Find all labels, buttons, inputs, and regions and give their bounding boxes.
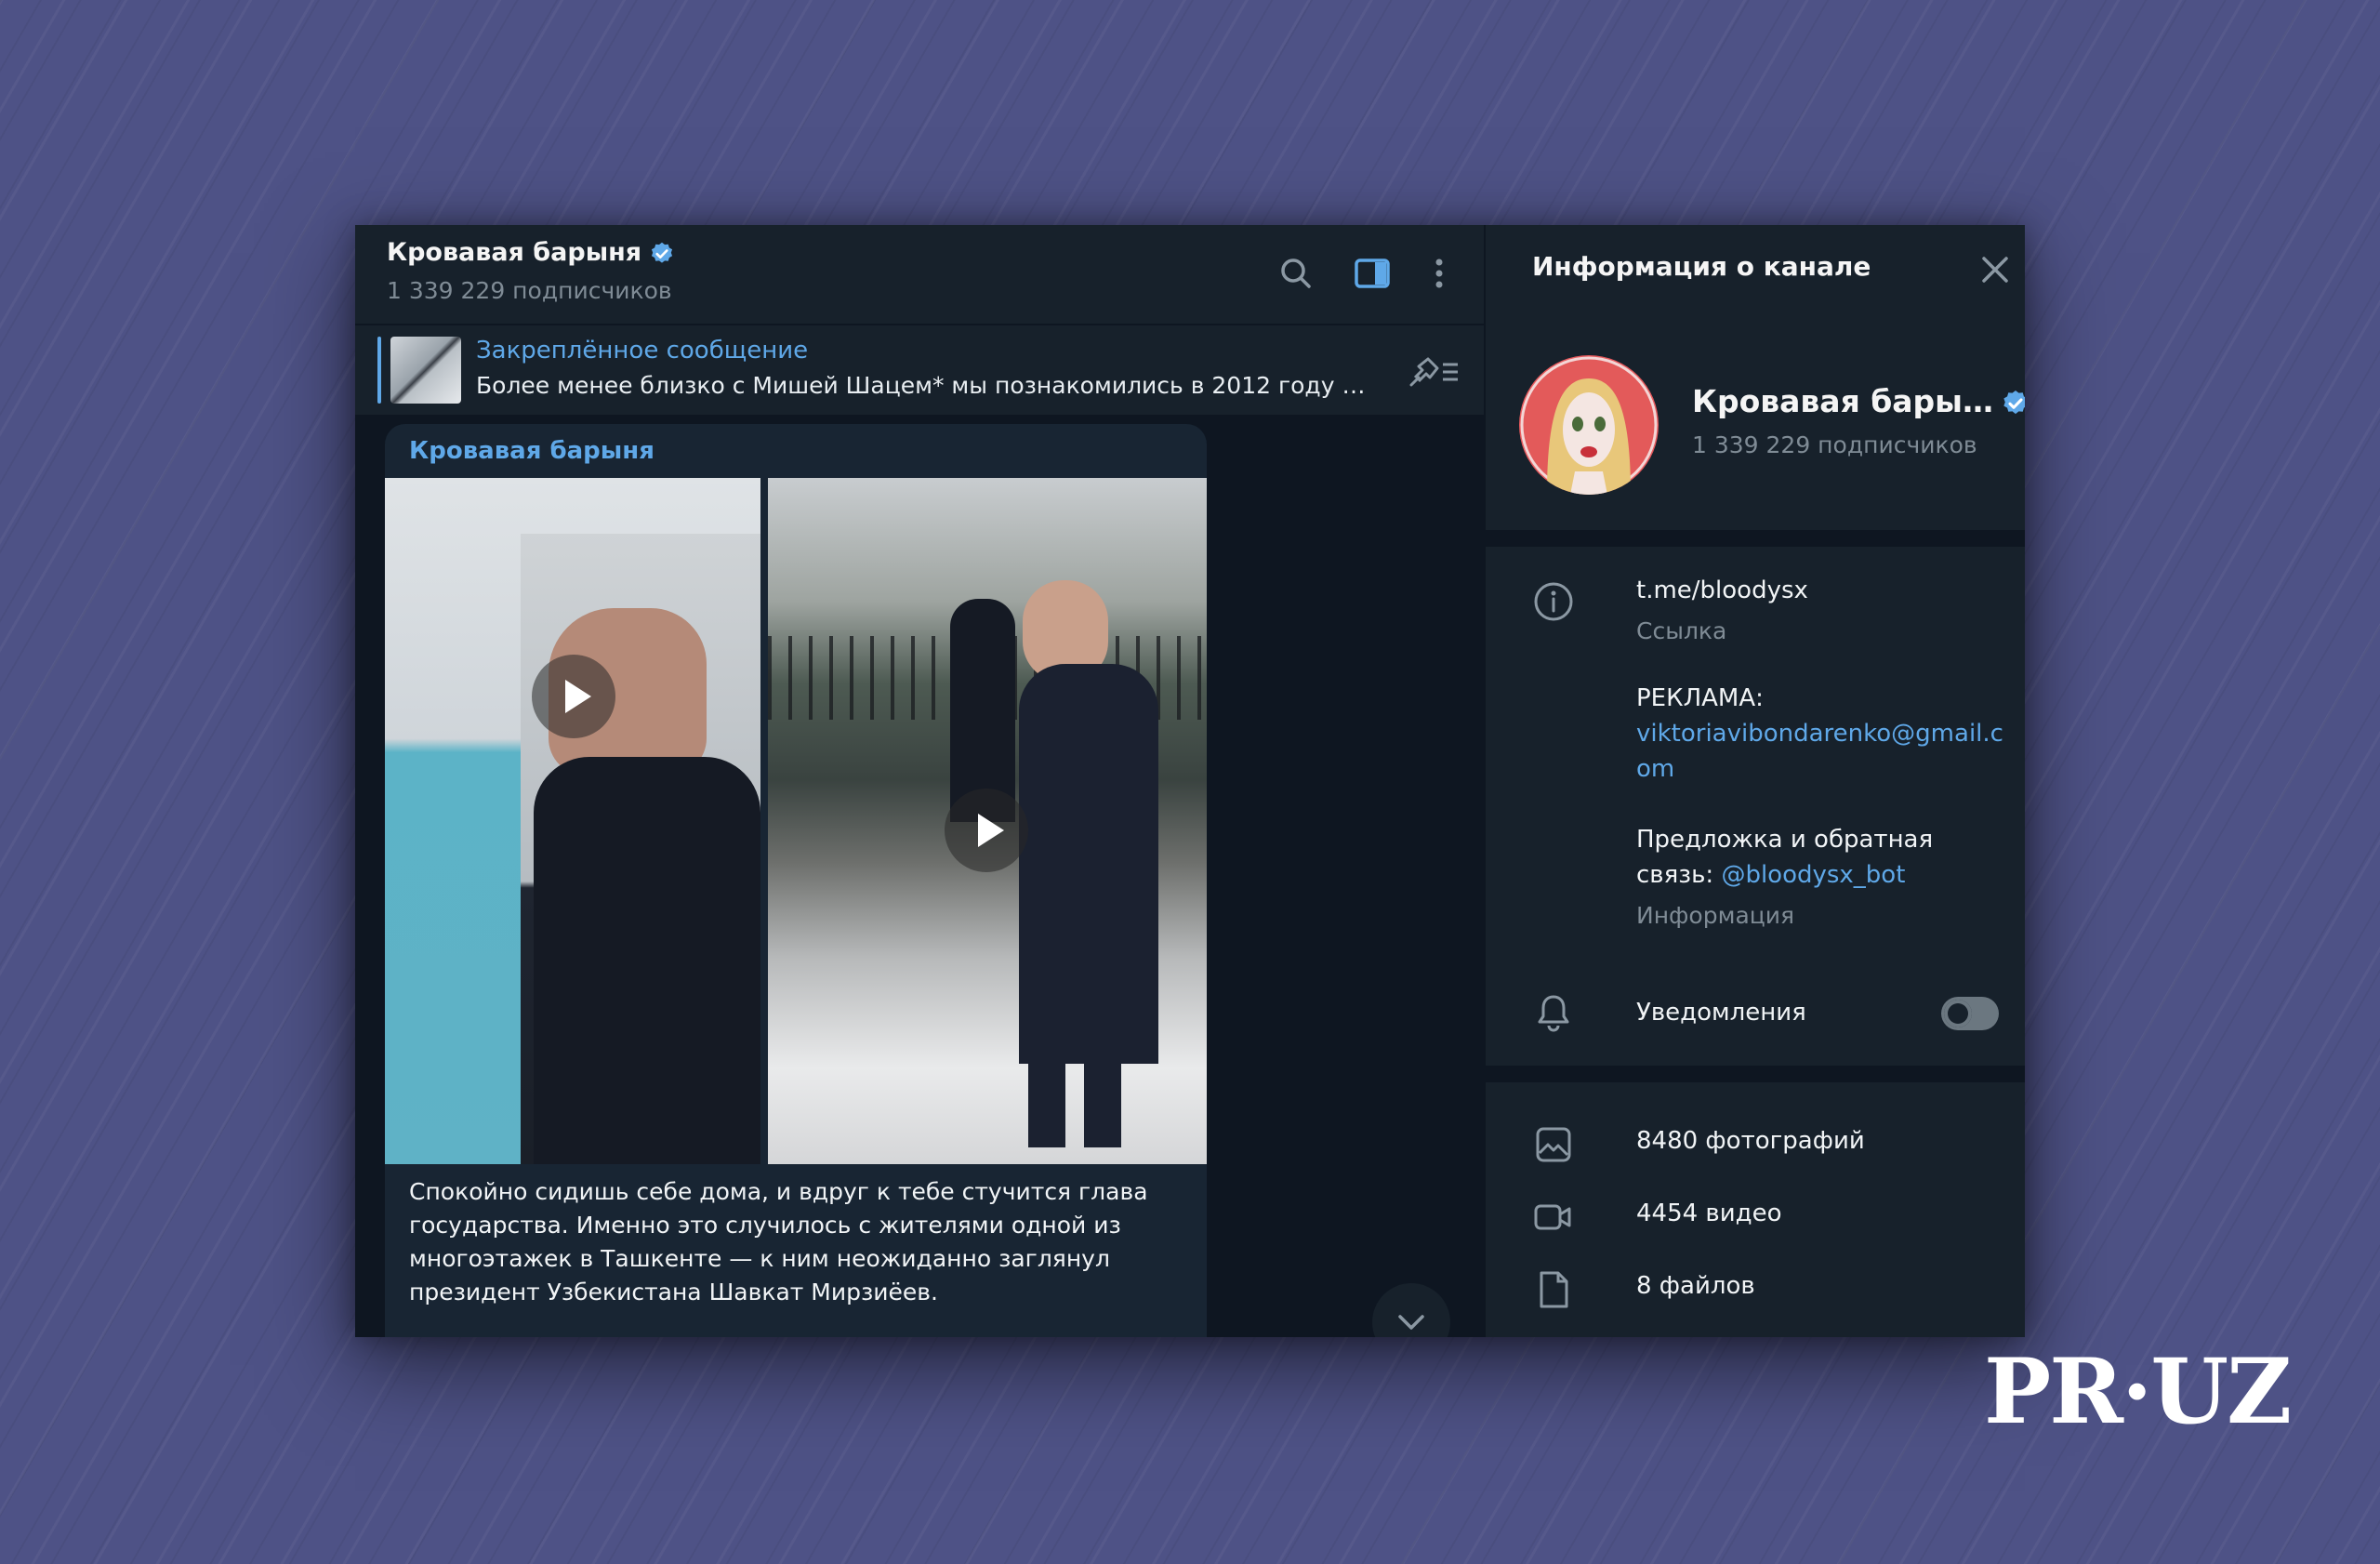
feedback-bot-link[interactable]: @bloodysx_bot [1721, 861, 1905, 889]
chat-title: Кровавая барыня [387, 238, 642, 267]
section-divider [1486, 1066, 2025, 1082]
chevron-down-icon [1398, 1315, 1424, 1330]
pinned-text: Более менее близко с Мишей Шацем* мы поз… [476, 372, 1368, 399]
video-thumbnail-1[interactable] [385, 478, 760, 1164]
post-media-album [385, 478, 1207, 1164]
toggle-knob [1944, 1000, 1972, 1027]
scroll-down-button[interactable] [1372, 1283, 1450, 1337]
pinned-list-icon[interactable] [1406, 350, 1461, 391]
avatar-illustration [1520, 356, 1658, 495]
chat-title-row[interactable]: Кровавая барыня [387, 238, 675, 267]
info-label: Информация [1636, 902, 1795, 929]
panel-title: Информация о канале [1532, 251, 1871, 282]
post-text: Спокойно сидишь себе дома, и вдруг к теб… [409, 1178, 1148, 1306]
pinned-thumbnail [390, 337, 461, 404]
ads-email[interactable]: viktoriavibondarenko@gmail.com [1636, 716, 2008, 787]
more-menu-icon[interactable] [1417, 251, 1461, 296]
channel-name: Кровавая бары… [1692, 383, 2025, 419]
photo-icon [1536, 1127, 1571, 1162]
photos-count[interactable]: 8480 фотографий [1636, 1127, 1865, 1155]
chat-subscribers: 1 339 229 подписчиков [387, 277, 672, 304]
videos-count[interactable]: 4454 видео [1636, 1200, 1782, 1227]
section-divider [1486, 530, 2025, 547]
post-author[interactable]: Кровавая барыня [409, 437, 654, 465]
pinned-message-bar[interactable]: Закреплённое сообщение Более менее близк… [355, 325, 1484, 415]
channel-avatar[interactable] [1519, 355, 1659, 495]
pr-uz-logo: PR·UZ [1984, 1339, 2292, 1444]
close-icon[interactable] [1978, 253, 2012, 286]
pinned-title: Закреплённое сообщение [476, 337, 809, 364]
play-button[interactable] [945, 789, 1028, 872]
video-icon [1534, 1204, 1571, 1230]
file-icon [1540, 1271, 1568, 1308]
video-thumbnail-2[interactable] [768, 478, 1207, 1164]
notifications-label[interactable]: Уведомления [1636, 999, 1806, 1027]
channel-name-text: Кровавая бары… [1692, 383, 1994, 419]
channel-link-label: Ссылка [1636, 617, 1727, 644]
ads-label: РЕКЛАМА: [1636, 684, 1764, 712]
channel-info-panel: Информация о канале Кровавая бары… 1 339… [1486, 225, 2025, 1337]
telegram-window: Кровавая барыня 1 339 229 подписчиков За… [355, 225, 2025, 1337]
search-icon[interactable] [1274, 251, 1318, 296]
sidebar-toggle-icon[interactable] [1350, 251, 1395, 296]
channel-link[interactable]: t.me/bloodysx [1636, 577, 1808, 604]
channel-subscribers: 1 339 229 подписчиков [1692, 431, 1977, 458]
description-ads: РЕКЛАМА: viktoriavibondarenko@gmail.com [1636, 681, 2008, 787]
verified-icon [2003, 390, 2025, 414]
bell-icon [1538, 995, 1569, 1032]
pinned-indicator [377, 337, 381, 404]
play-button[interactable] [532, 655, 615, 738]
notifications-toggle[interactable] [1941, 997, 1999, 1030]
files-count[interactable]: 8 файлов [1636, 1272, 1755, 1300]
channel-post: Кровавая барыня Спокойно сидишь себе дом… [385, 424, 1207, 1337]
verified-icon [652, 242, 673, 263]
chat-header: Кровавая барыня 1 339 229 подписчиков [355, 225, 1484, 324]
description-feedback: Предложка и обратная связь: @bloodysx_bo… [1636, 822, 2008, 893]
info-icon [1534, 582, 1573, 621]
